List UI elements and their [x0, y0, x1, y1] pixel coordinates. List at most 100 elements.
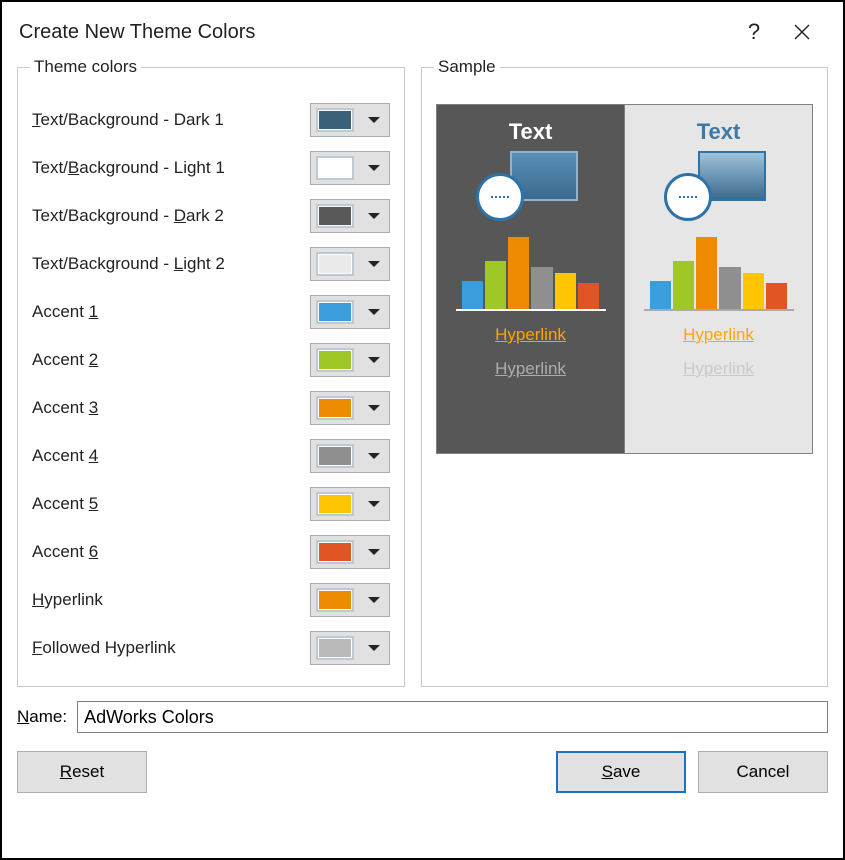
sample-preview: Text Hyperlink Hyperlink Text — [436, 104, 813, 454]
color-picker-button[interactable] — [310, 391, 390, 425]
chevron-down-icon — [359, 165, 389, 171]
color-swatch — [316, 444, 354, 468]
color-row: Accent 6 — [32, 528, 390, 576]
color-swatch — [316, 348, 354, 372]
color-label: Accent 4 — [32, 446, 310, 466]
close-icon — [792, 22, 812, 42]
color-swatch — [316, 204, 354, 228]
color-swatch — [316, 588, 354, 612]
cancel-button[interactable]: Cancel — [698, 751, 828, 793]
color-picker-button[interactable] — [310, 295, 390, 329]
name-input[interactable] — [77, 701, 828, 733]
sample-shapes-dark — [476, 151, 586, 221]
chevron-down-icon — [359, 501, 389, 507]
sample-text-light: Text — [697, 119, 741, 145]
chevron-down-icon — [359, 117, 389, 123]
color-label: Text/Background - Light 1 — [32, 158, 310, 178]
color-label: Accent 5 — [32, 494, 310, 514]
sample-followed-light: Hyperlink — [683, 359, 754, 379]
color-label: Hyperlink — [32, 590, 310, 610]
color-swatch — [316, 300, 354, 324]
color-swatch — [316, 108, 354, 132]
chevron-down-icon — [359, 645, 389, 651]
chart-bar — [673, 261, 694, 309]
color-picker-button[interactable] — [310, 343, 390, 377]
chart-bar — [650, 281, 671, 309]
color-swatch — [316, 156, 354, 180]
color-swatch — [316, 540, 354, 564]
color-picker-button[interactable] — [310, 631, 390, 665]
color-row: Text/Background - Dark 2 — [32, 192, 390, 240]
color-swatch — [316, 252, 354, 276]
chevron-down-icon — [359, 597, 389, 603]
color-row: Hyperlink — [32, 576, 390, 624]
reset-button[interactable]: Reset — [17, 751, 147, 793]
name-row: Name: — [17, 701, 828, 733]
sample-hyperlink-light: Hyperlink — [683, 325, 754, 345]
chart-bar — [462, 281, 483, 309]
color-row: Accent 3 — [32, 384, 390, 432]
theme-colors-group: Theme colors Text/Background - Dark 1Tex… — [17, 67, 405, 687]
color-picker-button[interactable] — [310, 247, 390, 281]
theme-colors-legend: Theme colors — [30, 57, 141, 77]
sample-chart-dark — [456, 231, 606, 311]
name-label: Name: — [17, 707, 67, 727]
create-theme-colors-dialog: Create New Theme Colors ? Theme colors T… — [0, 0, 845, 860]
color-label: Accent 2 — [32, 350, 310, 370]
sample-light-pane: Text Hyperlink Hyperlink — [624, 105, 812, 453]
chevron-down-icon — [359, 453, 389, 459]
chart-bar — [508, 237, 529, 309]
color-label: Accent 6 — [32, 542, 310, 562]
chevron-down-icon — [359, 405, 389, 411]
color-picker-button[interactable] — [310, 583, 390, 617]
color-row: Text/Background - Dark 1 — [32, 96, 390, 144]
color-row: Accent 5 — [32, 480, 390, 528]
chart-bar — [531, 267, 552, 309]
titlebar: Create New Theme Colors ? — [5, 5, 840, 59]
sample-legend: Sample — [434, 57, 500, 77]
save-button[interactable]: Save — [556, 751, 686, 793]
sample-text-dark: Text — [509, 119, 553, 145]
close-button[interactable] — [778, 8, 826, 56]
color-picker-button[interactable] — [310, 199, 390, 233]
color-picker-button[interactable] — [310, 103, 390, 137]
color-label: Text/Background - Dark 1 — [32, 110, 310, 130]
color-label: Accent 3 — [32, 398, 310, 418]
sample-chart-light — [644, 231, 794, 311]
color-picker-button[interactable] — [310, 487, 390, 521]
sample-group: Sample Text Hyperlink Hyperlink Text — [421, 67, 828, 687]
color-row: Accent 1 — [32, 288, 390, 336]
sample-dark-pane: Text Hyperlink Hyperlink — [437, 105, 624, 453]
color-swatch — [316, 492, 354, 516]
color-picker-button[interactable] — [310, 151, 390, 185]
sample-hyperlink-dark: Hyperlink — [495, 325, 566, 345]
color-row: Text/Background - Light 2 — [32, 240, 390, 288]
color-label: Accent 1 — [32, 302, 310, 322]
help-button[interactable]: ? — [730, 8, 778, 56]
chevron-down-icon — [359, 261, 389, 267]
chart-bar — [578, 283, 599, 309]
dialog-title: Create New Theme Colors — [19, 21, 730, 44]
color-label: Followed Hyperlink — [32, 638, 310, 658]
chart-bar — [766, 283, 787, 309]
color-row: Text/Background - Light 1 — [32, 144, 390, 192]
chart-bar — [743, 273, 764, 309]
chart-bar — [719, 267, 740, 309]
color-row: Accent 2 — [32, 336, 390, 384]
color-swatch — [316, 396, 354, 420]
sample-circle-icon — [664, 173, 712, 221]
color-picker-button[interactable] — [310, 535, 390, 569]
color-picker-button[interactable] — [310, 439, 390, 473]
chevron-down-icon — [359, 549, 389, 555]
chevron-down-icon — [359, 357, 389, 363]
chart-bar — [696, 237, 717, 309]
color-row: Accent 4 — [32, 432, 390, 480]
chevron-down-icon — [359, 309, 389, 315]
color-label: Text/Background - Light 2 — [32, 254, 310, 274]
sample-shapes-light — [664, 151, 774, 221]
color-row: Followed Hyperlink — [32, 624, 390, 672]
sample-followed-dark: Hyperlink — [495, 359, 566, 379]
chevron-down-icon — [359, 213, 389, 219]
sample-circle-icon — [476, 173, 524, 221]
chart-bar — [555, 273, 576, 309]
